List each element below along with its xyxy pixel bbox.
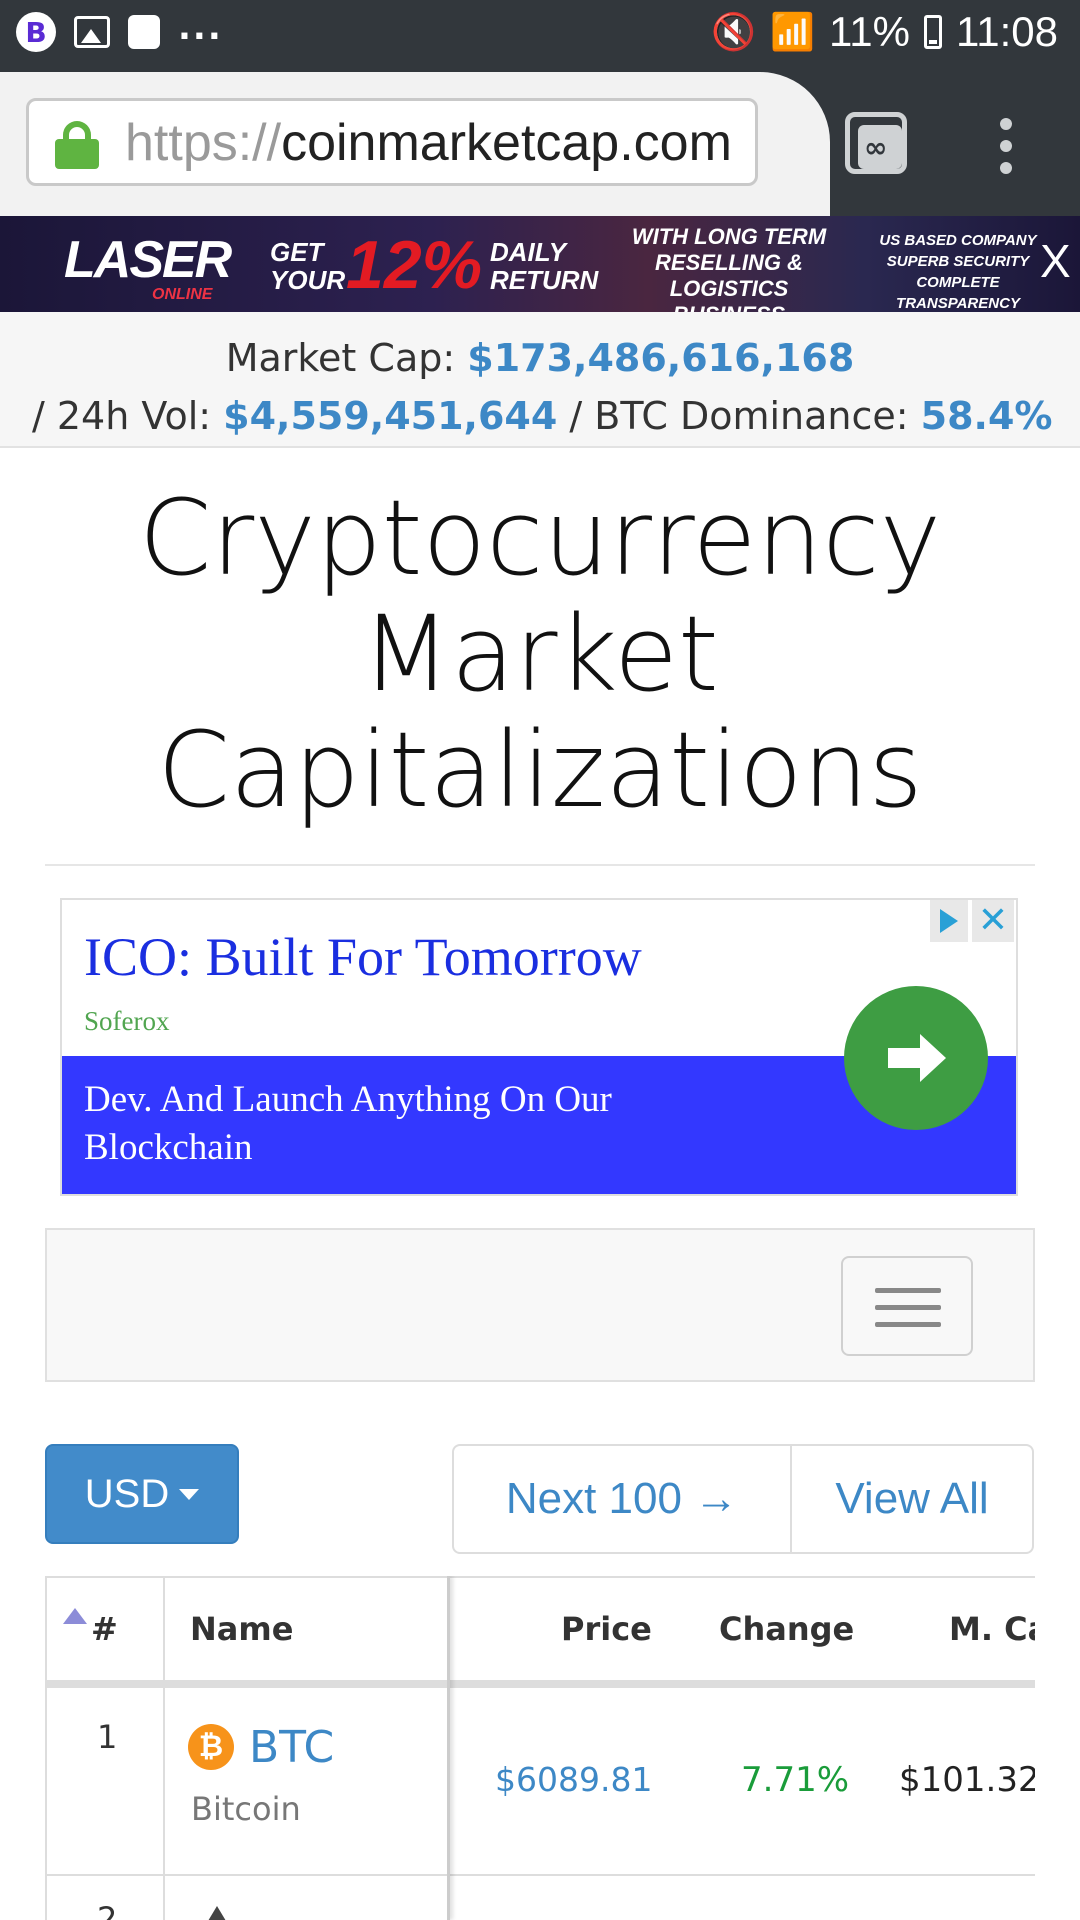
volume-label: / 24h Vol:: [32, 394, 212, 438]
ad-headline[interactable]: ICO: Built For Tomorrow: [84, 926, 642, 988]
header-market-cap[interactable]: M. Ca: [949, 1576, 1035, 1682]
status-bar: B ... 🔇 📶 11% 11:08: [0, 0, 1080, 72]
ad-arrow-button[interactable]: [844, 986, 988, 1130]
banner-features: US BASED COMPANY SUPERB SECURITY COMPLET…: [879, 232, 1037, 312]
battery-percent: 11%: [829, 8, 910, 55]
next-100-button[interactable]: Next 100 →: [454, 1446, 792, 1552]
overflow-menu-icon[interactable]: [1000, 118, 1014, 184]
banner-ad[interactable]: LASER ONLINE GET YOUR 12% DAILY RETURN WI…: [0, 216, 1080, 312]
header-name[interactable]: Name: [190, 1576, 293, 1682]
site-navbar: [45, 1228, 1035, 1382]
ad-close-icon[interactable]: ✕: [972, 900, 1014, 942]
row-1-symbol[interactable]: BTC: [249, 1722, 334, 1773]
currency-dropdown[interactable]: USD: [45, 1444, 239, 1544]
banner-close-button[interactable]: X: [1040, 234, 1071, 288]
clock: 11:08: [956, 8, 1058, 55]
market-cap-value[interactable]: $173,486,616,168: [467, 336, 854, 380]
volume-value[interactable]: $4,559,451,644: [223, 394, 557, 438]
battery-icon: [924, 15, 942, 49]
hamburger-menu-button[interactable]: [841, 1256, 973, 1356]
ad-description: Dev. And Launch Anything On Our Blockcha…: [84, 1079, 612, 1168]
url-bar[interactable]: https://coinmarketcap.com: [26, 98, 758, 186]
row-2-rank: 2: [97, 1900, 118, 1920]
dominance-value[interactable]: 58.4%: [921, 394, 1053, 438]
sort-ascending-icon[interactable]: [63, 1608, 87, 1624]
privacy-notification-icon: [128, 15, 160, 49]
url-text: https://coinmarketcap.com: [125, 114, 732, 172]
secure-lock-icon[interactable]: [55, 121, 99, 169]
currency-label: USD: [84, 1471, 170, 1516]
app-notification-icon: B: [16, 12, 56, 52]
frozen-columns: # Name 1 ₿ BTC Bitcoin 2: [45, 1576, 450, 1920]
row-1-market-cap: $101.32: [899, 1760, 1035, 1800]
banner-get-your: GET YOUR: [270, 237, 346, 295]
ad-card[interactable]: ICO: Built For Tomorrow Soferox Dev. And…: [60, 898, 1018, 1196]
banner-tagline: WITH LONG TERM RESELLING & LOGISTICS BUS…: [631, 224, 827, 312]
row-1-name: Bitcoin: [191, 1790, 301, 1828]
market-cap-label: Market Cap:: [225, 336, 456, 380]
adchoices-icon[interactable]: [930, 900, 968, 942]
header-change[interactable]: Change: [719, 1576, 854, 1682]
ad-advertiser: Soferox: [84, 1006, 170, 1036]
browser-toolbar: https://coinmarketcap.com ∞: [0, 72, 1080, 216]
title-divider: [45, 864, 1035, 866]
pagination: Next 100 → View All: [452, 1444, 1034, 1554]
dominance-label: / BTC Dominance:: [569, 394, 909, 438]
bitcoin-icon: ₿: [188, 1724, 234, 1770]
row-1-rank: 1: [97, 1718, 118, 1756]
banner-percent: 12%: [346, 227, 483, 303]
tab-switcher-icon[interactable]: ∞: [845, 112, 907, 174]
view-all-button[interactable]: View All: [792, 1446, 1032, 1552]
row-2-coin-icon: [205, 1906, 229, 1920]
header-price[interactable]: Price: [561, 1576, 652, 1682]
page-title: Cryptocurrency Market Capitalizations: [138, 477, 942, 831]
header-rank[interactable]: #: [91, 1576, 118, 1682]
global-stats: Market Cap: $173,486,616,168 / 24h Vol: …: [0, 312, 1080, 448]
row-1-price[interactable]: $6089.81: [495, 1760, 652, 1799]
mute-icon: 🔇: [711, 11, 757, 52]
caret-down-icon: [179, 1488, 200, 1500]
row-1-change: 7.71%: [741, 1760, 850, 1800]
more-notifications: ...: [178, 8, 223, 48]
banner-daily-return: DAILY RETURN: [490, 237, 599, 295]
currencies-table: # Name 1 ₿ BTC Bitcoin 2 Price Change M.…: [45, 1576, 1035, 1920]
banner-logo: LASER ONLINE: [64, 231, 232, 303]
gallery-notification-icon: [74, 16, 110, 48]
wifi-icon: 📶: [770, 11, 816, 52]
